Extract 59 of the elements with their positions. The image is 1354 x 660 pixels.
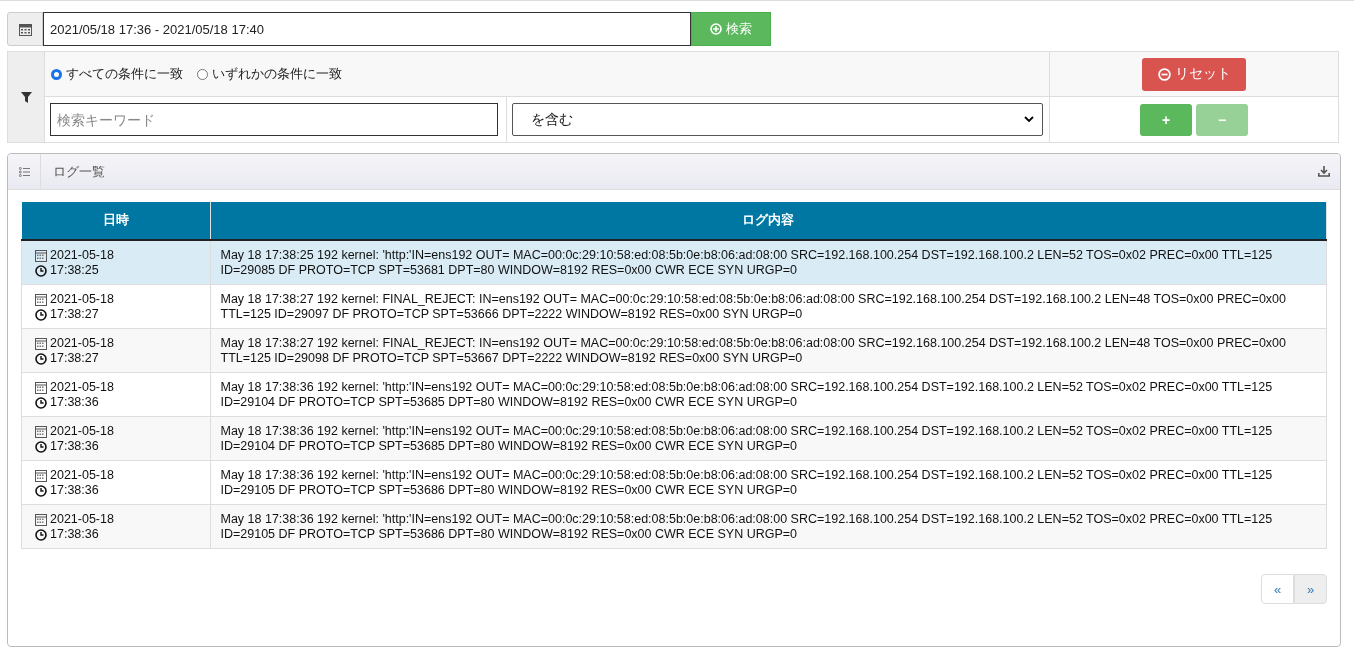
column-header: 日時 bbox=[21, 202, 210, 240]
keyword-field[interactable]: 検索キーワード bbox=[50, 103, 498, 136]
match-radio[interactable]: いずれかの条件に一致 bbox=[197, 65, 342, 83]
filter-icon bbox=[20, 91, 32, 103]
chevron-down-icon bbox=[1024, 116, 1034, 123]
calendar-icon bbox=[35, 425, 47, 438]
plus-circle-icon bbox=[710, 23, 722, 35]
log-time: 17:38:36 bbox=[50, 483, 99, 498]
panel-title: ログ一覧 bbox=[53, 162, 106, 181]
table-row[interactable] bbox=[21, 284, 1327, 329]
table-row[interactable] bbox=[21, 240, 1327, 285]
calendar-icon bbox=[35, 249, 47, 262]
download-icon[interactable] bbox=[1318, 166, 1330, 177]
clock-icon bbox=[35, 264, 47, 277]
log-message: May 18 17:38:25 192 kernel: 'http:'IN=ens192 OUT= MAC=00:0c:29:10:58:ed:08:5b:0e:b8:06:ad:08:00 SRC=192.168.100.254 DST=192.168.100.2 LEN=52 TOS=0x02 PREC=0x00 TTL=125 ID=29085 DF PROTO=TCP SPT=53681 DPT=80 WINDOW=8192 RES=0x00 CWR ECE SYN URGP=0 bbox=[220, 248, 1273, 277]
calendar-icon bbox=[35, 293, 47, 306]
log-message: May 18 17:38:27 192 kernel: FINAL_REJECT: IN=ens192 OUT= MAC=00:0c:29:10:58:ed:08:5b:0e:b8:06:ad:08:00 SRC=192.168.100.254 DST=192.168.100.2 LEN=48 TOS=0x00 PREC=0x00 TTL=125 ID=29097 DF PROTO=TCP SPT=53666 DPT=2222 WINDOW=8192 RES=0x00 SYN URGP=0 bbox=[220, 292, 1287, 321]
log-date: 2021-05-18 bbox=[50, 248, 114, 263]
table-row[interactable] bbox=[21, 328, 1327, 373]
minus-circle-icon bbox=[1157, 67, 1171, 81]
log-time: 17:38:36 bbox=[50, 395, 99, 410]
log-time: 17:38:27 bbox=[50, 351, 99, 366]
log-message: May 18 17:38:36 192 kernel: 'http:'IN=ens192 OUT= MAC=00:0c:29:10:58:ed:08:5b:0e:b8:06:ad:08:00 SRC=192.168.100.254 DST=192.168.100.2 LEN=52 TOS=0x02 PREC=0x00 TTL=125 ID=29105 DF PROTO=TCP SPT=53686 DPT=80 WINDOW=8192 RES=0x00 CWR ECE SYN URGP=0 bbox=[220, 468, 1273, 497]
date-range-field[interactable]: 2021/05/18 17:36 - 2021/05/18 17:40 bbox=[43, 12, 691, 46]
log-date: 2021-05-18 bbox=[50, 512, 114, 527]
table-row[interactable] bbox=[21, 460, 1327, 505]
calendar-icon bbox=[35, 513, 47, 526]
reset-button[interactable]: リセット bbox=[1142, 57, 1246, 91]
log-message: May 18 17:38:36 192 kernel: 'http:'IN=ens192 OUT= MAC=00:0c:29:10:58:ed:08:5b:0e:b8:06:ad:08:00 SRC=192.168.100.254 DST=192.168.100.2 LEN=52 TOS=0x02 PREC=0x00 TTL=125 ID=29105 DF PROTO=TCP SPT=53686 DPT=80 WINDOW=8192 RES=0x00 CWR ECE SYN URGP=0 bbox=[220, 512, 1273, 541]
log-message: May 18 17:38:36 192 kernel: 'http:'IN=ens192 OUT= MAC=00:0c:29:10:58:ed:08:5b:0e:b8:06:ad:08:00 SRC=192.168.100.254 DST=192.168.100.2 LEN=52 TOS=0x02 PREC=0x00 TTL=125 ID=29104 DF PROTO=TCP SPT=53685 DPT=80 WINDOW=8192 RES=0x00 CWR ECE SYN URGP=0 bbox=[220, 424, 1273, 453]
clock-icon bbox=[35, 528, 47, 541]
calendar-icon bbox=[18, 22, 32, 36]
calendar-icon bbox=[35, 469, 47, 482]
list-icon bbox=[18, 166, 30, 177]
calendar-icon bbox=[35, 337, 47, 350]
pagination-button[interactable]: « bbox=[1261, 574, 1294, 604]
log-time: 17:38:25 bbox=[50, 263, 99, 278]
log-date: 2021-05-18 bbox=[50, 380, 114, 395]
column-header: ログ内容 bbox=[210, 202, 1327, 240]
clock-icon bbox=[35, 352, 47, 365]
clock-icon bbox=[35, 308, 47, 321]
calendar-icon bbox=[35, 381, 47, 394]
table-row[interactable] bbox=[21, 372, 1327, 417]
condition-select[interactable]: を含む bbox=[512, 103, 1043, 136]
match-radio[interactable]: すべての条件に一致 bbox=[51, 65, 183, 83]
table-row[interactable] bbox=[21, 504, 1327, 549]
log-date: 2021-05-18 bbox=[50, 468, 114, 483]
log-date: 2021-05-18 bbox=[50, 424, 114, 439]
log-message: May 18 17:38:36 192 kernel: 'http:'IN=ens192 OUT= MAC=00:0c:29:10:58:ed:08:5b:0e:b8:06:ad:08:00 SRC=192.168.100.254 DST=192.168.100.2 LEN=52 TOS=0x02 PREC=0x00 TTL=125 ID=29104 DF PROTO=TCP SPT=53685 DPT=80 WINDOW=8192 RES=0x00 CWR ECE SYN URGP=0 bbox=[220, 380, 1273, 409]
log-date: 2021-05-18 bbox=[50, 336, 114, 351]
log-time: 17:38:36 bbox=[50, 527, 99, 542]
clock-icon bbox=[35, 484, 47, 497]
table-row[interactable] bbox=[21, 416, 1327, 461]
log-time: 17:38:27 bbox=[50, 307, 99, 322]
log-date: 2021-05-18 bbox=[50, 292, 114, 307]
clock-icon bbox=[35, 396, 47, 409]
clock-icon bbox=[35, 440, 47, 453]
log-time: 17:38:36 bbox=[50, 439, 99, 454]
log-message: May 18 17:38:27 192 kernel: FINAL_REJECT: IN=ens192 OUT= MAC=00:0c:29:10:58:ed:08:5b:0e:b8:06:ad:08:00 SRC=192.168.100.254 DST=192.168.100.2 LEN=48 TOS=0x00 PREC=0x00 TTL=125 ID=29098 DF PROTO=TCP SPT=53667 DPT=2222 WINDOW=8192 RES=0x00 SYN URGP=0 bbox=[220, 336, 1287, 365]
